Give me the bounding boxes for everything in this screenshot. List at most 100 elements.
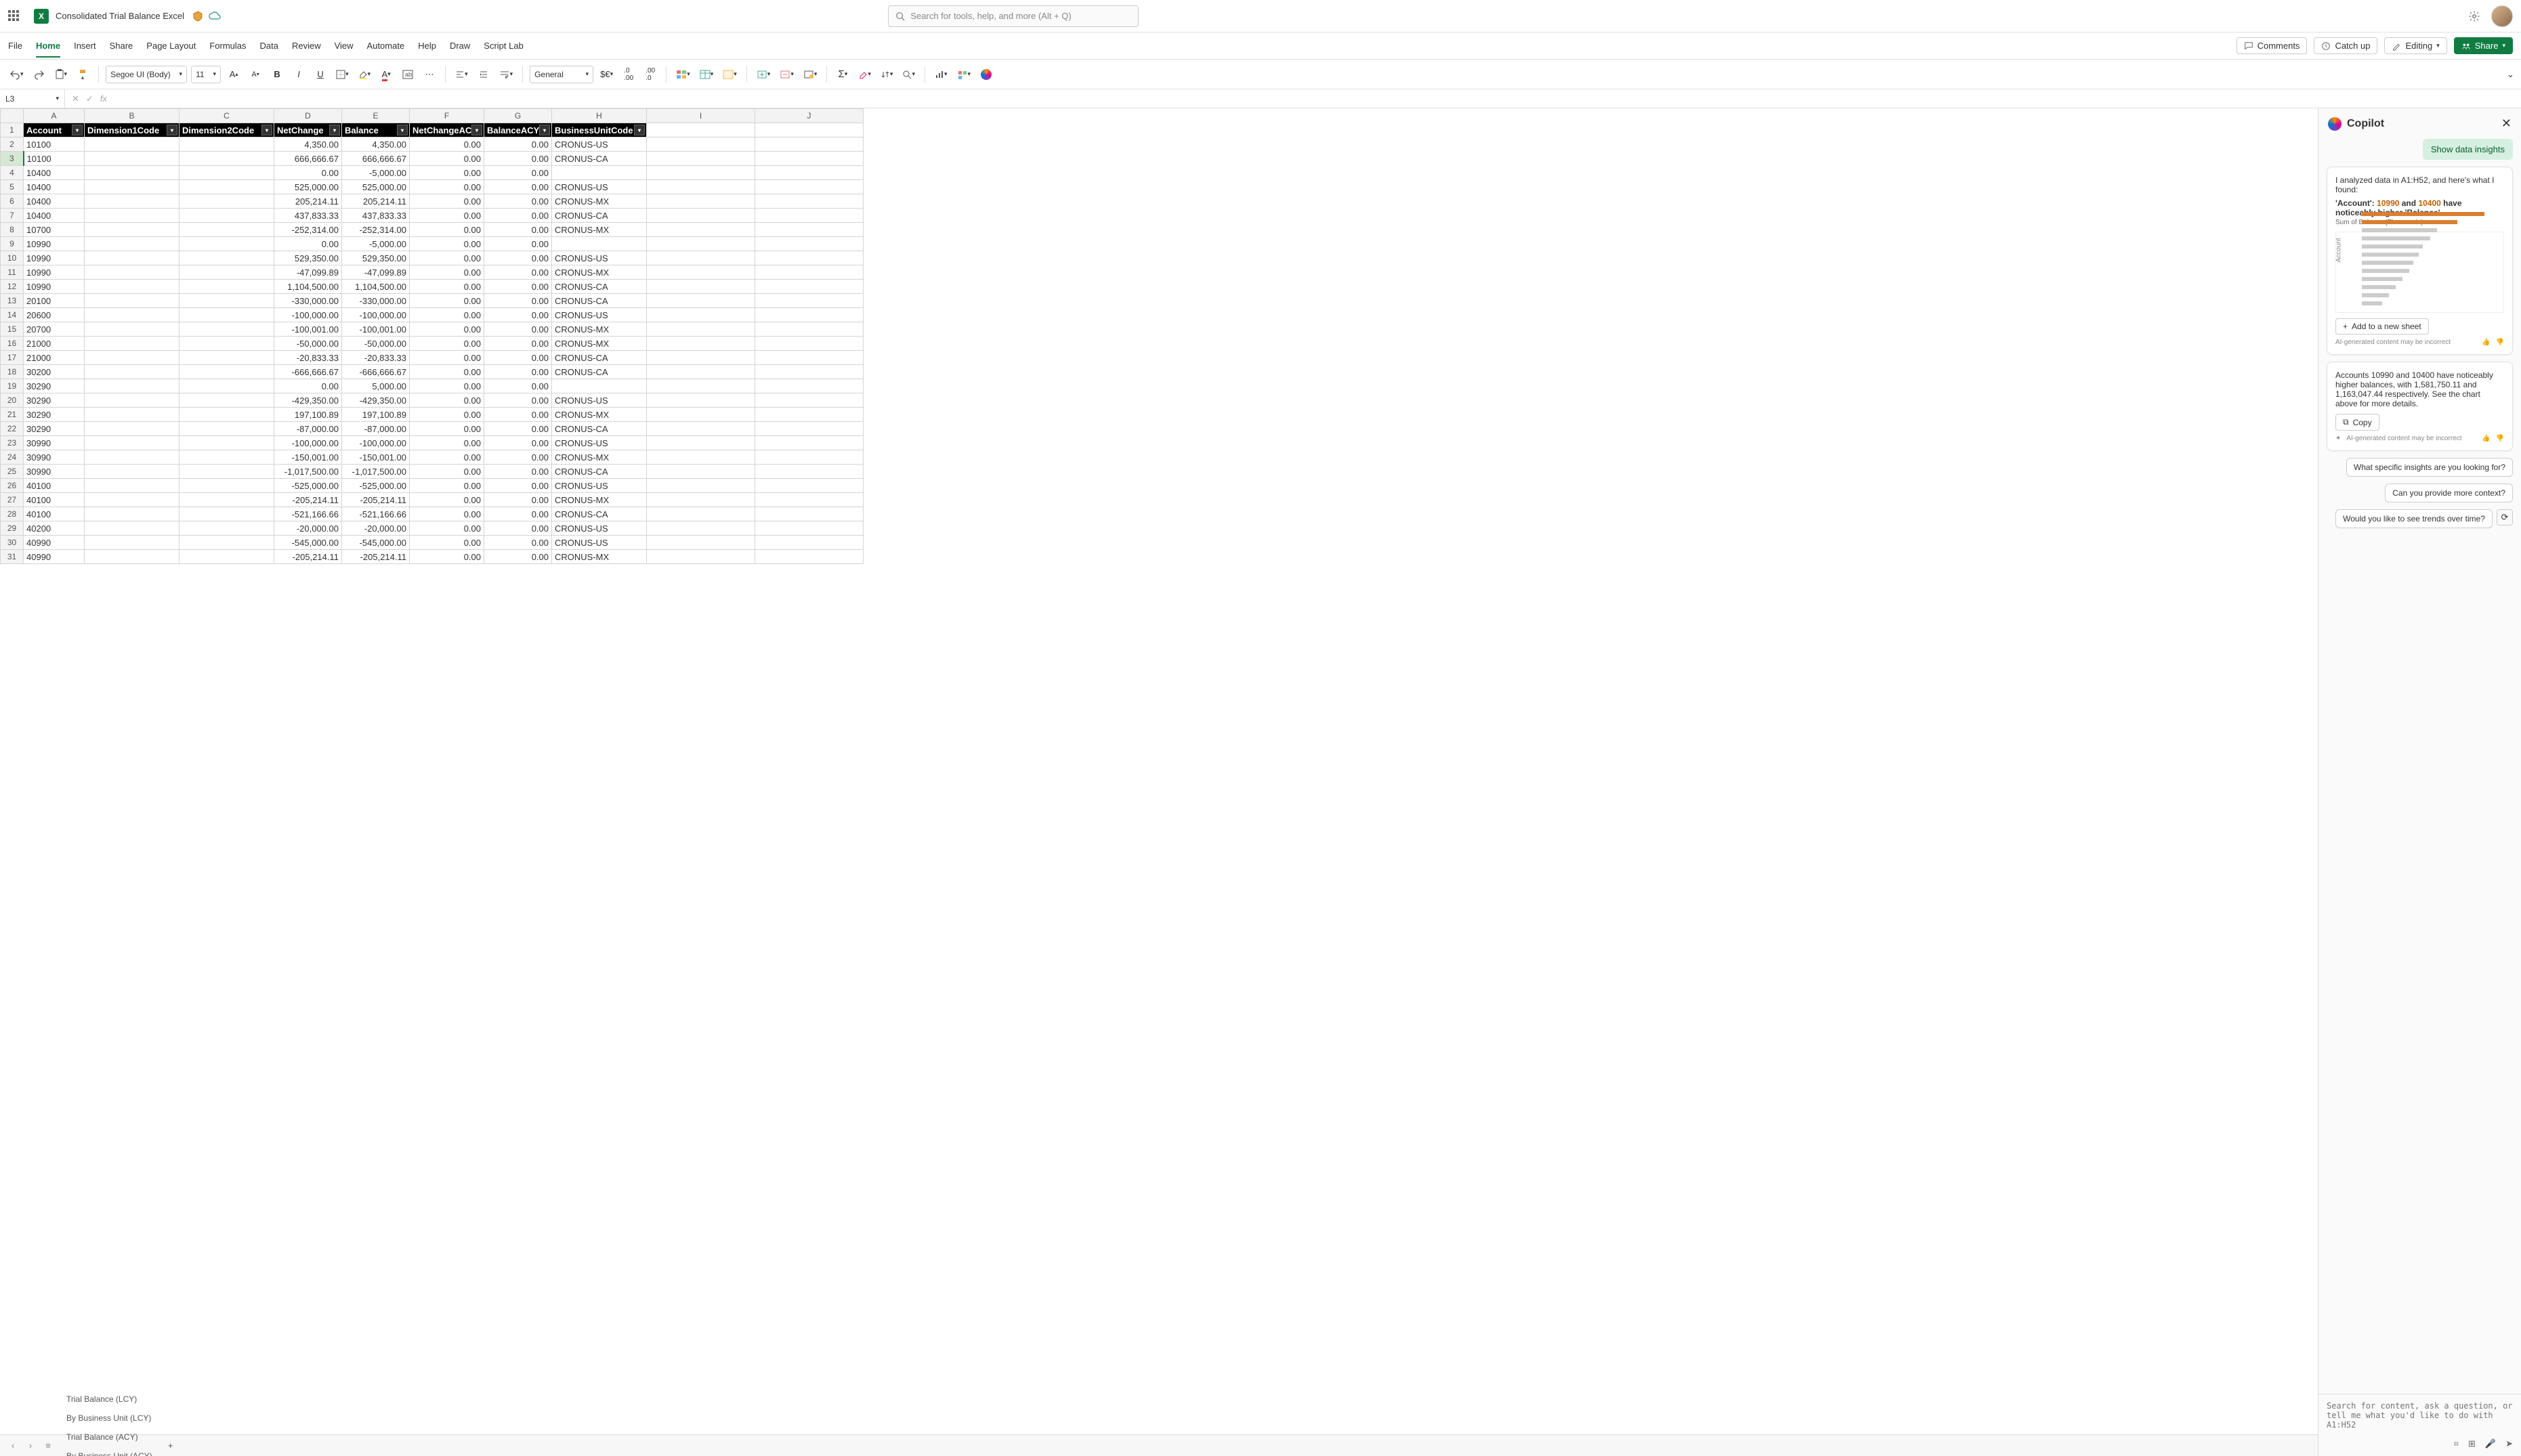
format-cells-button[interactable]: ▾ xyxy=(801,65,820,84)
cell[interactable]: 205,214.11 xyxy=(274,194,342,209)
cell[interactable]: 30990 xyxy=(24,465,85,479)
clear-button[interactable]: ▾ xyxy=(855,65,874,84)
copilot-input[interactable] xyxy=(2327,1401,2513,1434)
cell[interactable] xyxy=(179,365,274,379)
cell[interactable]: CRONUS-US xyxy=(552,251,647,265)
cell[interactable]: -100,000.00 xyxy=(342,436,410,450)
cell[interactable]: 10400 xyxy=(24,194,85,209)
cell[interactable]: 0.00 xyxy=(484,223,552,237)
cell[interactable] xyxy=(179,294,274,308)
cell[interactable]: 40990 xyxy=(24,536,85,550)
cell[interactable] xyxy=(85,507,179,521)
cell[interactable]: 5,000.00 xyxy=(342,379,410,393)
row-header-8[interactable]: 8 xyxy=(1,223,24,237)
cell[interactable] xyxy=(755,265,864,280)
cell[interactable]: 0.00 xyxy=(484,322,552,337)
cell[interactable]: -5,000.00 xyxy=(342,166,410,180)
cell[interactable]: -20,000.00 xyxy=(274,521,342,536)
cell[interactable]: CRONUS-MX xyxy=(552,223,647,237)
header-cell[interactable]: Dimension2Code▾ xyxy=(179,123,274,137)
cell[interactable]: CRONUS-CA xyxy=(552,351,647,365)
cell[interactable]: 30290 xyxy=(24,422,85,436)
number-format-select[interactable]: General▾ xyxy=(530,66,593,83)
cell[interactable] xyxy=(647,322,755,337)
cell[interactable]: 30290 xyxy=(24,408,85,422)
cell[interactable]: 1,104,500.00 xyxy=(342,280,410,294)
more-formatting-button[interactable]: ⋯ xyxy=(421,65,438,84)
cell[interactable]: 0.00 xyxy=(484,180,552,194)
filter-button[interactable]: ▾ xyxy=(471,125,482,135)
cell[interactable]: CRONUS-MX xyxy=(552,450,647,465)
cell[interactable] xyxy=(179,194,274,209)
currency-button[interactable]: $€▾ xyxy=(597,65,616,84)
cell[interactable]: 30990 xyxy=(24,450,85,465)
filter-button[interactable]: ▾ xyxy=(539,125,550,135)
cell[interactable] xyxy=(179,280,274,294)
format-table-button[interactable]: ▾ xyxy=(697,65,717,84)
column-header-D[interactable]: D xyxy=(274,109,342,123)
cell[interactable] xyxy=(179,237,274,251)
cell[interactable] xyxy=(179,422,274,436)
cell[interactable]: 0.00 xyxy=(410,465,484,479)
cell[interactable]: 0.00 xyxy=(484,493,552,507)
cell[interactable]: 30290 xyxy=(24,379,85,393)
cell[interactable]: 666,666.67 xyxy=(274,152,342,166)
accept-formula-icon[interactable]: ✓ xyxy=(86,93,93,104)
cell[interactable] xyxy=(179,465,274,479)
cell[interactable] xyxy=(179,479,274,493)
filter-button[interactable]: ▾ xyxy=(72,125,83,135)
cell[interactable] xyxy=(552,379,647,393)
menu-review[interactable]: Review xyxy=(292,38,321,53)
cell[interactable]: 10400 xyxy=(24,209,85,223)
cell[interactable] xyxy=(85,265,179,280)
cell[interactable] xyxy=(85,209,179,223)
cell[interactable] xyxy=(647,223,755,237)
cell[interactable] xyxy=(85,351,179,365)
menu-page-layout[interactable]: Page Layout xyxy=(146,38,196,53)
cell[interactable] xyxy=(755,322,864,337)
cell[interactable] xyxy=(647,450,755,465)
cell[interactable] xyxy=(179,351,274,365)
header-cell[interactable]: NetChangeACY▾ xyxy=(410,123,484,137)
cell[interactable] xyxy=(647,393,755,408)
cell[interactable] xyxy=(647,308,755,322)
cell[interactable]: 0.00 xyxy=(484,152,552,166)
cell[interactable]: CRONUS-MX xyxy=(552,322,647,337)
cell[interactable]: 30990 xyxy=(24,436,85,450)
cell[interactable] xyxy=(647,408,755,422)
column-header-C[interactable]: C xyxy=(179,109,274,123)
conditional-format-button[interactable]: ▾ xyxy=(673,65,693,84)
refresh-suggestions-button[interactable]: ⟳ xyxy=(2497,509,2513,526)
cell[interactable]: -87,000.00 xyxy=(342,422,410,436)
cell[interactable] xyxy=(755,450,864,465)
cell[interactable]: CRONUS-CA xyxy=(552,365,647,379)
column-header-H[interactable]: H xyxy=(552,109,647,123)
cell[interactable]: 0.00 xyxy=(484,351,552,365)
cell[interactable]: 525,000.00 xyxy=(274,180,342,194)
cell[interactable] xyxy=(179,322,274,337)
cell[interactable] xyxy=(85,251,179,265)
cell[interactable] xyxy=(755,194,864,209)
menu-draw[interactable]: Draw xyxy=(450,38,470,53)
saved-cloud-icon[interactable] xyxy=(209,11,221,22)
cell[interactable] xyxy=(755,308,864,322)
sheet-tab-by-business-unit-acy-[interactable]: By Business Unit (ACY) xyxy=(58,1446,161,1456)
cell[interactable] xyxy=(179,393,274,408)
catch-up-button[interactable]: Catch up xyxy=(2314,37,2377,54)
cell[interactable] xyxy=(179,379,274,393)
sheet-nav-prev[interactable]: ‹ xyxy=(5,1438,20,1453)
font-color-button[interactable]: A▾ xyxy=(377,65,395,84)
cell[interactable]: 10990 xyxy=(24,237,85,251)
cell[interactable]: 0.00 xyxy=(274,166,342,180)
cell[interactable]: -666,666.67 xyxy=(342,365,410,379)
cell[interactable] xyxy=(755,237,864,251)
menu-script-lab[interactable]: Script Lab xyxy=(484,38,524,53)
cell[interactable]: -252,314.00 xyxy=(342,223,410,237)
row-header-31[interactable]: 31 xyxy=(1,550,24,564)
row-header-4[interactable]: 4 xyxy=(1,166,24,180)
decrease-decimal-button[interactable]: .00.0 xyxy=(641,65,659,84)
cell[interactable]: 437,833.33 xyxy=(342,209,410,223)
cell[interactable]: 4,350.00 xyxy=(274,137,342,152)
cell[interactable]: 0.00 xyxy=(484,280,552,294)
cell[interactable]: 10700 xyxy=(24,223,85,237)
